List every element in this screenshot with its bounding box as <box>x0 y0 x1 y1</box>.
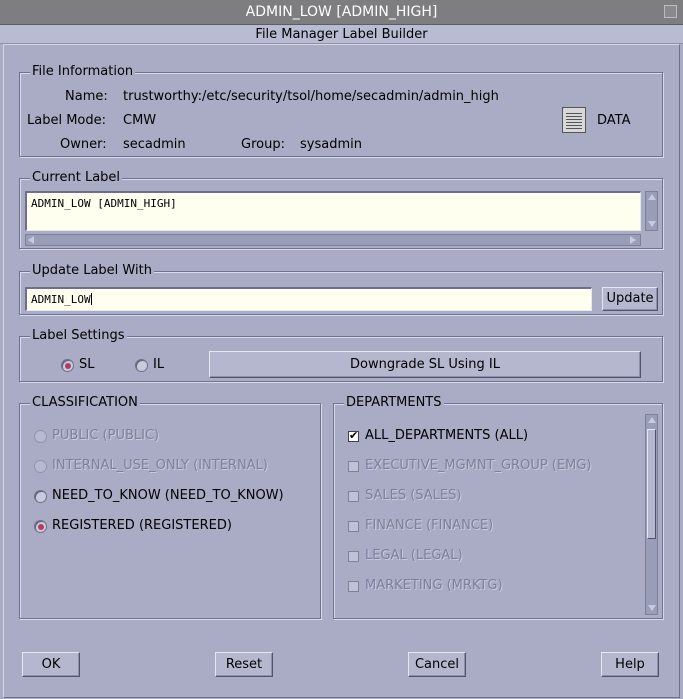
department-checkbox-all[interactable] <box>348 429 359 442</box>
department-checkbox-legal <box>348 551 359 562</box>
departments-scrollbar[interactable] <box>645 414 658 615</box>
il-radio[interactable] <box>135 359 148 372</box>
label-settings-legend: Label Settings <box>30 328 127 344</box>
current-label-textarea[interactable]: ADMIN_LOW [ADMIN_HIGH] <box>25 191 641 231</box>
cancel-button[interactable]: Cancel <box>408 652 466 677</box>
update-label-value: ADMIN_LOW <box>31 293 91 306</box>
file-information-legend: File Information <box>30 64 136 80</box>
scroll-up-icon[interactable] <box>648 194 656 200</box>
classification-label-need-to-know: NEED_TO_KNOW (NEED_TO_KNOW) <box>52 488 284 503</box>
departments-legend: DEPARTMENTS <box>344 395 444 411</box>
current-label-horizontal-scrollbar[interactable] <box>25 234 641 246</box>
group-label: Group: <box>241 137 285 152</box>
help-button[interactable]: Help <box>601 652 659 677</box>
document-icon <box>562 107 586 133</box>
departments-scroll-thumb[interactable] <box>647 429 656 539</box>
label-mode-label: Label Mode: <box>27 113 107 128</box>
current-label-vertical-scrollbar[interactable] <box>645 191 658 231</box>
classification-label-public: PUBLIC (PUBLIC) <box>52 428 160 443</box>
department-label-all: ALL_DEPARTMENTS (ALL) <box>365 428 529 443</box>
classification-radio-registered[interactable] <box>34 520 47 533</box>
window-title-bar[interactable]: ADMIN_LOW [ADMIN_HIGH] <box>0 0 683 25</box>
classification-radio-need-to-know[interactable] <box>34 490 47 503</box>
classification-label-internal: INTERNAL_USE_ONLY (INTERNAL) <box>52 458 268 473</box>
current-label-value: ADMIN_LOW [ADMIN_HIGH] <box>31 197 177 210</box>
window-title: ADMIN_LOW [ADMIN_HIGH] <box>245 4 438 20</box>
department-checkbox-finance <box>348 521 359 532</box>
sl-radio[interactable] <box>61 359 74 372</box>
department-checkbox-sales <box>348 491 359 502</box>
department-checkbox-emg <box>348 461 359 472</box>
classification-legend: CLASSIFICATION <box>30 395 140 411</box>
scroll-down-icon[interactable] <box>648 221 656 227</box>
owner-label: Owner: <box>60 137 107 152</box>
departments-group: DEPARTMENTS ALL_DEPARTMENTS (ALL) EXECUT… <box>333 395 663 619</box>
owner-value: secadmin <box>123 137 186 152</box>
label-mode-value: CMW <box>123 113 157 128</box>
update-button[interactable]: Update <box>602 287 658 311</box>
scroll-right-icon[interactable] <box>630 236 636 244</box>
reset-button[interactable]: Reset <box>215 652 273 677</box>
file-type-label: DATA <box>597 113 631 128</box>
departments-scroll-down-icon[interactable] <box>648 605 656 611</box>
update-label-input[interactable]: ADMIN_LOW <box>25 287 592 311</box>
downgrade-sl-button[interactable]: Downgrade SL Using IL <box>209 351 641 378</box>
ok-button[interactable]: OK <box>22 652 80 677</box>
current-label-legend: Current Label <box>30 170 123 186</box>
window-menu-icon[interactable] <box>664 5 677 18</box>
group-value: sysadmin <box>300 137 362 152</box>
dialog-title: File Manager Label Builder <box>0 25 683 44</box>
department-label-emg: EXECUTIVE_MGMNT_GROUP (EMG) <box>365 458 592 473</box>
department-label-sales: SALES (SALES) <box>365 488 462 503</box>
name-label: Name: <box>65 89 108 104</box>
departments-scroll-up-icon[interactable] <box>648 417 656 423</box>
classification-radio-internal <box>34 460 47 473</box>
text-cursor <box>90 293 92 305</box>
update-label-group: Update Label With ADMIN_LOW Update <box>19 263 663 315</box>
department-label-legal: LEGAL (LEGAL) <box>365 548 463 563</box>
classification-radio-public <box>34 430 47 443</box>
update-label-legend: Update Label With <box>30 263 154 279</box>
current-label-group: Current Label ADMIN_LOW [ADMIN_HIGH] <box>19 170 663 249</box>
name-value: trustworthy:/etc/security/tsol/home/seca… <box>123 89 499 104</box>
file-information-group: File Information Name: trustworthy:/etc/… <box>19 64 663 157</box>
scroll-left-icon[interactable] <box>28 236 34 244</box>
department-label-finance: FINANCE (FINANCE) <box>365 518 494 533</box>
label-settings-group: Label Settings SL IL Downgrade SL Using … <box>19 328 663 382</box>
department-checkbox-marketing <box>348 581 359 592</box>
sl-radio-label: SL <box>79 357 95 372</box>
department-label-marketing: MARKETING (MRKTG) <box>365 578 503 593</box>
il-radio-label: IL <box>153 357 165 372</box>
classification-group: CLASSIFICATION PUBLIC (PUBLIC) INTERNAL_… <box>19 395 321 619</box>
classification-label-registered: REGISTERED (REGISTERED) <box>52 518 232 533</box>
